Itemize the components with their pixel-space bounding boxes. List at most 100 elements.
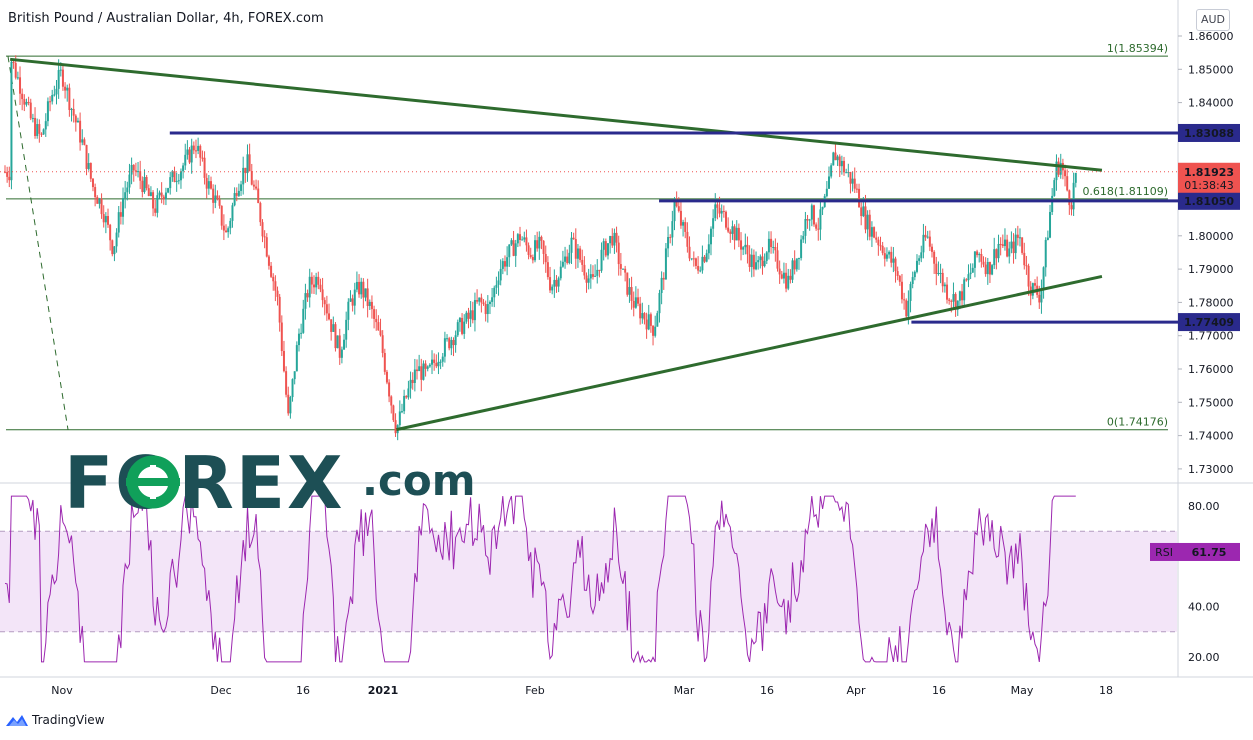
candle[interactable] <box>731 220 734 240</box>
candle[interactable] <box>325 295 328 321</box>
candle[interactable] <box>345 311 348 348</box>
candle[interactable] <box>598 269 601 278</box>
candle[interactable] <box>506 246 509 276</box>
candle[interactable] <box>53 85 56 97</box>
candle[interactable] <box>832 151 835 166</box>
candle[interactable] <box>935 256 938 286</box>
candle[interactable] <box>379 318 382 337</box>
candle[interactable] <box>692 251 695 267</box>
candle[interactable] <box>688 236 691 262</box>
candle[interactable] <box>797 257 800 270</box>
candle[interactable] <box>70 107 73 122</box>
candle[interactable] <box>594 264 597 278</box>
candle[interactable] <box>491 287 494 307</box>
candle[interactable] <box>240 180 243 196</box>
candle[interactable] <box>922 223 925 259</box>
candle[interactable] <box>943 282 946 293</box>
candle[interactable] <box>182 162 185 179</box>
candle[interactable] <box>463 314 466 339</box>
candle[interactable] <box>684 217 687 239</box>
candle[interactable] <box>274 275 277 302</box>
candle[interactable] <box>72 98 75 123</box>
candle[interactable] <box>237 183 240 197</box>
candle[interactable] <box>471 301 474 324</box>
candle[interactable] <box>388 379 391 403</box>
candle[interactable] <box>370 295 373 319</box>
candle[interactable] <box>302 299 305 334</box>
candle[interactable] <box>332 316 335 333</box>
candle[interactable] <box>963 277 966 308</box>
candle[interactable] <box>428 363 431 368</box>
candle[interactable] <box>920 245 923 263</box>
candle[interactable] <box>770 231 773 254</box>
candle[interactable] <box>313 275 315 295</box>
candle[interactable] <box>231 202 234 228</box>
candle[interactable] <box>986 257 989 285</box>
candle[interactable] <box>321 277 324 308</box>
candle[interactable] <box>664 243 667 280</box>
candle[interactable] <box>130 157 133 185</box>
candle[interactable] <box>340 346 343 364</box>
candle[interactable] <box>596 259 599 284</box>
candle[interactable] <box>928 230 931 252</box>
candle[interactable] <box>725 210 727 230</box>
candle[interactable] <box>778 260 781 284</box>
candle[interactable] <box>122 187 125 225</box>
candle[interactable] <box>873 226 876 239</box>
candle[interactable] <box>128 163 131 194</box>
candle[interactable] <box>1014 228 1017 260</box>
candle[interactable] <box>169 171 172 195</box>
candle[interactable] <box>645 312 648 339</box>
candle[interactable] <box>931 243 933 258</box>
candle[interactable] <box>727 217 730 234</box>
candle[interactable] <box>375 309 378 331</box>
candle[interactable] <box>98 197 101 209</box>
candle[interactable] <box>115 228 118 253</box>
candle[interactable] <box>503 255 506 272</box>
candle[interactable] <box>752 249 755 277</box>
candle[interactable] <box>431 350 434 375</box>
candle[interactable] <box>21 88 24 111</box>
candle[interactable] <box>1003 228 1006 251</box>
candle[interactable] <box>714 193 717 222</box>
candle[interactable] <box>529 247 532 259</box>
candle[interactable] <box>583 256 586 280</box>
candle[interactable] <box>484 300 487 322</box>
candle[interactable] <box>102 205 105 228</box>
candle[interactable] <box>289 395 292 419</box>
candle[interactable] <box>549 266 552 293</box>
candle[interactable] <box>137 162 140 178</box>
candle[interactable] <box>441 352 444 367</box>
candle[interactable] <box>821 206 824 216</box>
candle[interactable] <box>946 277 949 304</box>
candle[interactable] <box>315 272 318 295</box>
candle[interactable] <box>162 194 165 205</box>
candle[interactable] <box>334 322 337 352</box>
candle[interactable] <box>126 181 129 201</box>
candle[interactable] <box>969 263 972 280</box>
candle[interactable] <box>757 256 760 270</box>
candle[interactable] <box>355 271 358 293</box>
candle[interactable] <box>353 282 356 315</box>
candle[interactable] <box>997 234 1000 263</box>
candle[interactable] <box>690 258 693 261</box>
candle[interactable] <box>750 248 753 278</box>
candle[interactable] <box>669 234 672 244</box>
candle[interactable] <box>993 237 996 269</box>
candle[interactable] <box>634 286 637 309</box>
candle[interactable] <box>143 169 146 194</box>
candle[interactable] <box>210 176 212 190</box>
candle[interactable] <box>602 238 605 261</box>
candle[interactable] <box>892 247 895 273</box>
candle[interactable] <box>819 200 822 241</box>
candle[interactable] <box>785 263 788 293</box>
candle[interactable] <box>100 193 103 219</box>
candle[interactable] <box>999 237 1002 256</box>
candle[interactable] <box>66 84 69 102</box>
candle[interactable] <box>853 167 856 194</box>
candle[interactable] <box>267 254 270 270</box>
candle[interactable] <box>705 249 708 263</box>
tradingview-brand[interactable]: TradingView <box>6 713 105 727</box>
candle[interactable] <box>903 292 906 310</box>
candle[interactable] <box>199 144 202 166</box>
